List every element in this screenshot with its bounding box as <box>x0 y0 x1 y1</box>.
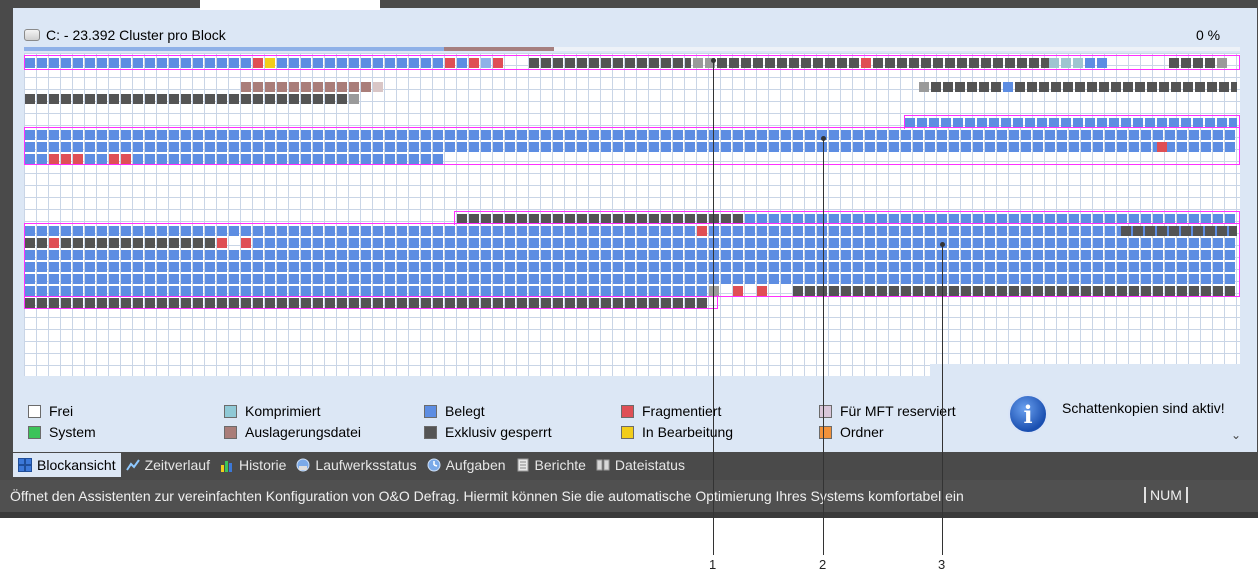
tab-blockansicht[interactable]: Blockansicht <box>13 453 121 477</box>
legend-label: Belegt <box>445 403 485 419</box>
tab-laufwerksstatus[interactable]: Laufwerksstatus <box>291 453 421 477</box>
legend-label: System <box>49 424 96 440</box>
legend-swatch <box>424 404 437 418</box>
drive-header: C: - 23.392 Cluster pro Block <box>24 24 226 46</box>
selection-area-2b <box>904 115 1240 129</box>
drive-title: C: - 23.392 Cluster pro Block <box>46 27 226 43</box>
legend-label: Fragmentiert <box>642 403 722 419</box>
legend-label: Für MFT reserviert <box>840 403 956 419</box>
tab-label: Historie <box>238 457 287 473</box>
legend-compressed: Komprimiert <box>224 402 320 420</box>
tab-historie[interactable]: Historie <box>215 453 291 477</box>
callout-number-1: 1 <box>709 557 717 572</box>
drive-status-icon <box>296 458 310 472</box>
legend: Frei System Komprimiert Auslagerungsdate… <box>24 398 1244 448</box>
legend-swatch <box>224 425 237 439</box>
legend-label: Ordner <box>840 424 884 440</box>
grid-end-area <box>930 364 1240 378</box>
callout-dot-1 <box>711 58 716 63</box>
legend-in-progress: In Bearbeitung <box>621 423 733 441</box>
legend-swatch <box>621 404 634 418</box>
legend-label: Komprimiert <box>245 403 321 419</box>
callout-dot-2 <box>821 136 826 141</box>
progress-fill-paging <box>444 47 554 51</box>
cluster-block-grid[interactable] <box>24 53 1240 376</box>
legend-label: Frei <box>49 403 74 419</box>
legend-mft-reserved: Für MFT reserviert <box>819 402 956 420</box>
status-text: Öffnet den Assistenten zur vereinfachten… <box>10 488 964 504</box>
progress-bar <box>24 47 1240 51</box>
callout-number-3: 3 <box>938 557 946 572</box>
tasks-icon <box>427 458 441 472</box>
block-strip <box>241 82 373 92</box>
legend-swatch <box>819 404 832 418</box>
block-strip <box>25 94 349 104</box>
tab-label: Zeitverlauf <box>144 457 210 473</box>
block-strip <box>1015 82 1237 92</box>
selection-area-3a <box>24 223 1240 297</box>
tab-dateistatus[interactable]: Dateistatus <box>591 453 690 477</box>
selection-area-2a <box>24 127 1240 165</box>
legend-system: System <box>28 423 96 441</box>
tab-label: Blockansicht <box>37 457 116 473</box>
status-bar: Öffnet den Assistenten zur vereinfachten… <box>0 480 1258 512</box>
history-chart-icon <box>220 461 232 472</box>
tab-label: Dateistatus <box>614 457 685 473</box>
legend-label: Exklusiv gesperrt <box>445 424 552 440</box>
selection-area-3c <box>24 295 718 309</box>
callout-line-1 <box>713 60 714 555</box>
view-tab-bar: Blockansicht Zeitverlauf Historie Laufwe… <box>13 452 1258 478</box>
legend-swatch <box>621 425 634 439</box>
window-bottom-edge <box>0 512 1258 518</box>
progress-fill-used <box>24 47 444 51</box>
legend-swatch <box>28 404 41 418</box>
selection-area-1 <box>24 55 1240 70</box>
block-cell <box>919 82 929 92</box>
callout-line-3 <box>942 244 943 555</box>
legend-fragmented: Fragmentiert <box>621 402 721 420</box>
legend-folder: Ordner <box>819 423 884 441</box>
tab-aufgaben[interactable]: Aufgaben <box>422 453 511 477</box>
app-window: C: - 23.392 Cluster pro Block 0 % Frei S… <box>0 0 1258 518</box>
legend-used: Belegt <box>424 402 485 420</box>
progress-percent: 0 % <box>1196 27 1221 43</box>
chevron-down-icon[interactable]: ⌄ <box>1231 428 1241 442</box>
block-strip <box>931 82 1003 92</box>
file-status-icon <box>596 459 610 471</box>
legend-swatch <box>28 425 41 439</box>
legend-label: In Bearbeitung <box>642 424 734 440</box>
legend-label: Auslagerungsdatei <box>245 424 361 440</box>
legend-swatch <box>424 425 437 439</box>
legend-locked: Exklusiv gesperrt <box>424 423 552 441</box>
block-cell <box>1003 82 1013 92</box>
info-icon[interactable]: i <box>1008 394 1048 434</box>
reports-icon <box>517 458 529 472</box>
num-lock-indicator: NUM <box>1144 487 1188 503</box>
timeline-icon <box>125 459 140 471</box>
callout-dot-3 <box>940 242 945 247</box>
callout-line-2 <box>823 138 824 555</box>
block-view-icon <box>18 458 32 472</box>
shadow-copies-notice: Schattenkopien sind aktiv! <box>1062 400 1225 416</box>
block-cell <box>349 94 359 104</box>
tab-label: Laufwerksstatus <box>315 457 417 473</box>
block-cell <box>373 82 383 92</box>
tab-label: Berichte <box>534 457 586 473</box>
tab-zeitverlauf[interactable]: Zeitverlauf <box>121 453 215 477</box>
top-tab-strip <box>200 0 380 10</box>
legend-swatch <box>224 404 237 418</box>
callout-number-2: 2 <box>819 557 827 572</box>
legend-paging-file: Auslagerungsdatei <box>224 423 361 441</box>
selection-area-3b <box>454 211 1240 225</box>
legend-free: Frei <box>28 402 73 420</box>
drive-icon <box>24 29 40 41</box>
tab-label: Aufgaben <box>445 457 506 473</box>
tab-berichte[interactable]: Berichte <box>511 453 591 477</box>
legend-swatch <box>819 425 832 439</box>
